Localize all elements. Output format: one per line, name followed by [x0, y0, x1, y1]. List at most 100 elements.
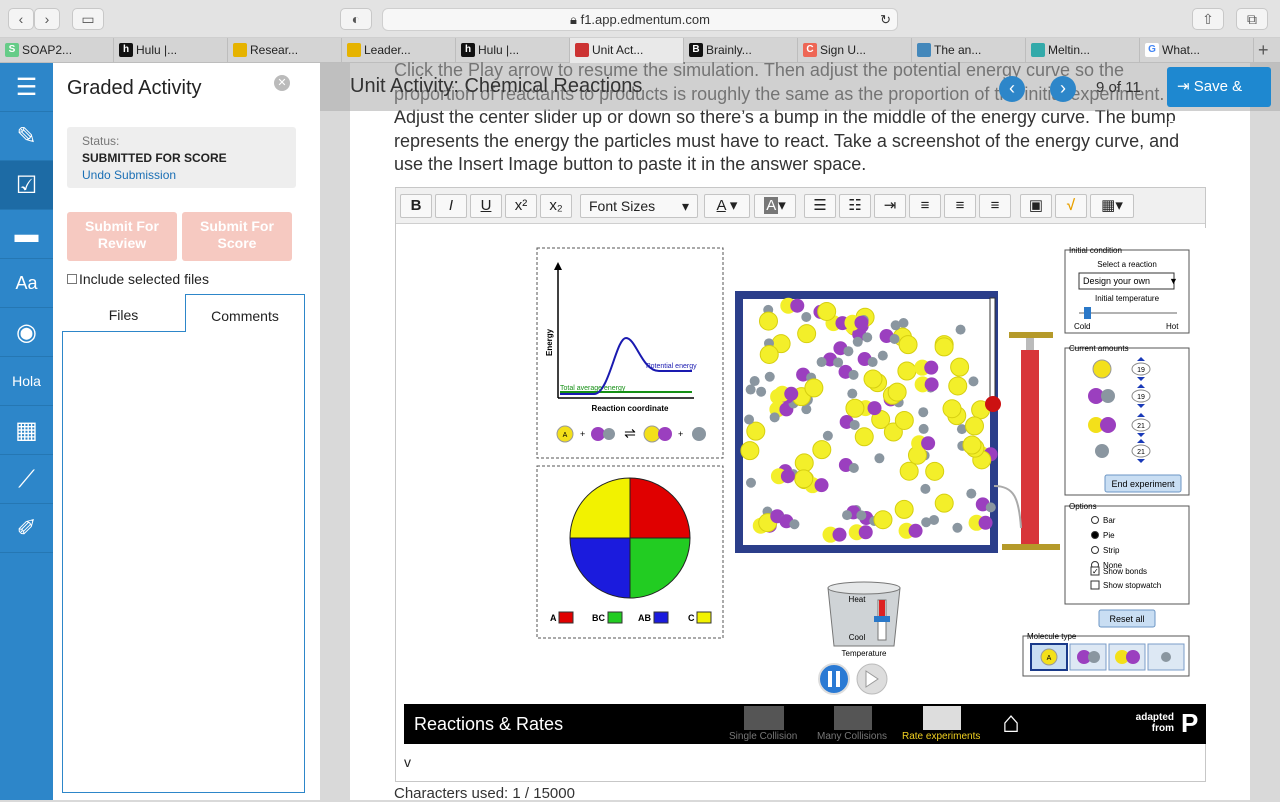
svg-text:+: + [580, 429, 585, 439]
close-icon[interactable]: ✕ [274, 75, 290, 91]
tab-many-collisions[interactable]: Many Collisions [817, 731, 887, 742]
pie-legend: A BC AB C [550, 611, 712, 624]
share-icon[interactable]: ⇧ [1192, 8, 1224, 30]
bold-button[interactable]: B [400, 194, 432, 218]
particle-c [874, 453, 885, 464]
italic-button[interactable]: I [435, 194, 467, 218]
particle-a [899, 461, 919, 481]
prev-page-button[interactable]: ‹ [999, 76, 1025, 102]
particle-c [852, 336, 863, 347]
align-right-icon[interactable]: ≡ [979, 194, 1011, 218]
comments-area[interactable] [62, 331, 305, 793]
particle-a [873, 510, 893, 530]
graded-activity-icon[interactable]: ☑ [0, 161, 53, 210]
new-tab-icon[interactable]: + [1258, 40, 1269, 61]
page-total: 11 [1125, 79, 1141, 96]
svg-text:A: A [563, 432, 568, 439]
browser-tab[interactable]: S SOAP2... [0, 38, 114, 63]
particle-ab-b [858, 525, 873, 540]
back-button[interactable]: ‹ [8, 8, 34, 30]
tab-comments[interactable]: Comments [185, 294, 305, 332]
graph-icon[interactable]: ⟋ [0, 455, 53, 504]
highlighter-icon[interactable]: ✐ [0, 504, 53, 553]
pump-base [1002, 544, 1060, 550]
hot-label: Hot [1166, 322, 1179, 331]
current-amounts-label: Current amounts [1069, 344, 1129, 353]
particle-a [797, 324, 817, 344]
shield-icon[interactable]: ◐ [340, 8, 372, 30]
pie-legend-label: C [688, 613, 695, 623]
single-collision-thumb[interactable] [744, 706, 784, 730]
translate-icon[interactable]: Hola [0, 357, 53, 406]
lock-icon: 🔒︎ [570, 12, 581, 27]
particle-ab-b [924, 377, 939, 392]
forward-button[interactable]: › [34, 8, 60, 30]
rate-experiments-thumb[interactable] [923, 706, 961, 730]
table-icon[interactable]: ▦▾ [1090, 194, 1134, 218]
pie-legend-label: A [550, 613, 557, 623]
total-energy-label: Total average energy [560, 385, 626, 392]
tab-files[interactable]: Files [62, 294, 185, 332]
submit-for-score-button[interactable]: Submit For Score [182, 212, 292, 261]
include-files-checkbox[interactable] [67, 274, 77, 284]
tab-rate-experiments[interactable]: Rate experiments [902, 731, 980, 742]
math-editor-icon[interactable]: √ [1055, 194, 1087, 218]
status-label: Status: [82, 134, 120, 148]
align-center-icon[interactable]: ≡ [944, 194, 976, 218]
particle-a [962, 435, 982, 455]
tab-favicon-icon [233, 43, 247, 57]
thermometer [989, 297, 996, 407]
indent-icon[interactable]: ⇥ [874, 194, 906, 218]
tabs-overview-icon[interactable]: ⧉ [1236, 8, 1268, 30]
particle-bc [833, 357, 844, 368]
font-color-button[interactable]: A ▾ [704, 194, 750, 218]
address-bar[interactable]: 🔒︎ f1.app.edmentum.com ↻ [382, 8, 898, 31]
align-left-icon[interactable]: ≡ [909, 194, 941, 218]
reaction-select-value: Design your own [1083, 276, 1150, 286]
menu-list-icon[interactable]: ☰ [0, 63, 53, 112]
particle-a [894, 499, 914, 519]
superscript-button[interactable]: x² [505, 194, 537, 218]
particle-a [845, 398, 865, 418]
calculator-icon[interactable]: ▦ [0, 406, 53, 455]
underline-button[interactable]: U [470, 194, 502, 218]
answer-text[interactable]: v [404, 754, 411, 770]
particle-c [877, 350, 888, 361]
browser-tab[interactable]: h Hulu |... [114, 38, 228, 63]
undo-submission-link[interactable]: Undo Submission [82, 168, 176, 182]
particle-bc [849, 419, 860, 430]
dictionary-icon[interactable]: Aa [0, 259, 53, 308]
bucket-rim [827, 581, 901, 595]
save-exit-button[interactable]: ⇥ Save & Exit [1167, 67, 1271, 135]
particle-c [847, 388, 858, 399]
sim-title: Reactions & Rates [414, 714, 564, 734]
folder-icon[interactable]: ▬ [0, 210, 53, 259]
font-sizes-select[interactable]: Font Sizes ▾ [580, 194, 698, 218]
particle-bc [862, 332, 873, 343]
browser-tab[interactable]: Resear... [228, 38, 342, 63]
home-icon[interactable]: ⌂ [1002, 706, 1020, 740]
particle-bc [867, 357, 878, 368]
equation-c2 [692, 427, 706, 441]
numbered-list-icon[interactable]: ☷ [839, 194, 871, 218]
subscript-button[interactable]: x₂ [540, 194, 572, 218]
svg-text:A: A [1047, 655, 1052, 662]
insert-image-icon[interactable]: ▣ [1020, 194, 1052, 218]
read-aloud-icon[interactable]: ◉ [0, 308, 53, 357]
tab-single-collision[interactable]: Single Collision [729, 731, 797, 742]
sidebar-toggle-icon[interactable]: ▭ [72, 8, 104, 30]
particle-c [822, 430, 833, 441]
particle-ab-b [924, 360, 939, 375]
particle-ab-b [814, 478, 829, 493]
particle-a [746, 421, 766, 441]
bullet-list-icon[interactable]: ☰ [804, 194, 836, 218]
pie-legend-swatch [558, 611, 574, 624]
next-page-button[interactable]: › [1050, 76, 1076, 102]
reload-icon[interactable]: ↻ [880, 9, 891, 31]
many-collisions-thumb[interactable] [834, 706, 872, 730]
tab-label: Resear... [250, 43, 299, 57]
submit-for-review-button[interactable]: Submit For Review [67, 212, 177, 261]
highlight-color-button[interactable]: A ▾ [754, 194, 796, 218]
edit-notes-icon[interactable]: ✎ [0, 112, 53, 161]
amount-molecule-c [1101, 389, 1115, 403]
